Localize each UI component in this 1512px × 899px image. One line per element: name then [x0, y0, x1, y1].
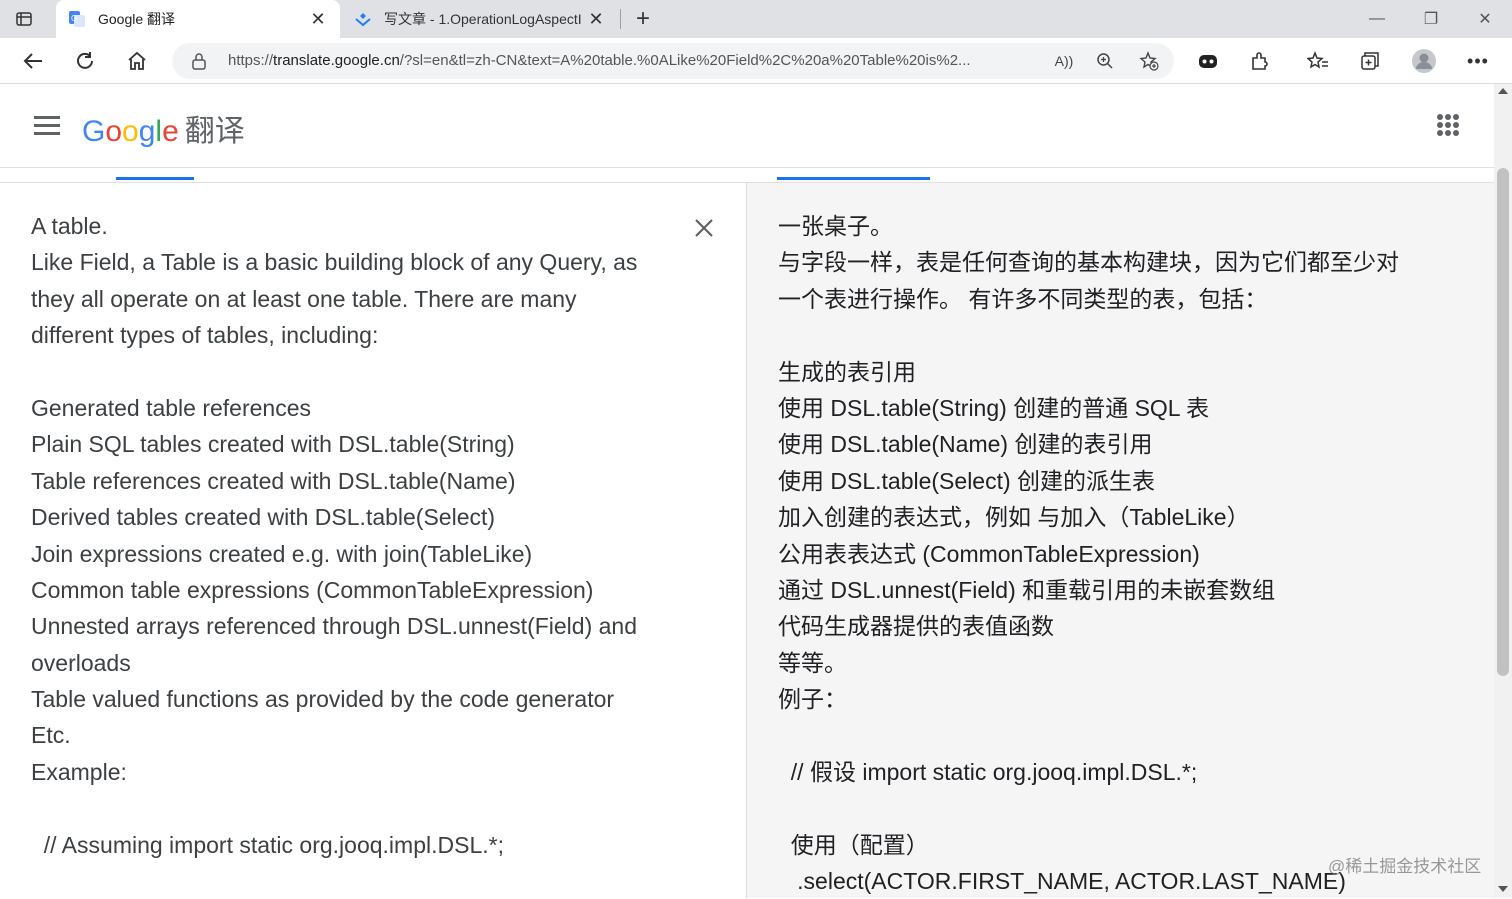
translation-output: 一张桌子。与字段一样，表是任何查询的基本构建块，因为它们都至少对 一个表进行操作。…: [778, 208, 1478, 899]
source-line: A table.: [31, 213, 108, 239]
translation-line: 加入创建的表达式，例如 与加入（TableLike）: [778, 504, 1250, 531]
read-aloud-glyph: A: [1054, 53, 1064, 69]
tab-separator: [620, 9, 621, 29]
product-name: 翻译: [184, 115, 245, 148]
translation-line: // 假设 import static org.jooq.impl.DSL.*;: [778, 758, 1198, 785]
source-line: // Assuming import static org.jooq.impl.…: [31, 831, 504, 858]
translation-line: 代码生成器提供的表值函数: [778, 613, 1054, 640]
window-close-icon[interactable]: ✕: [1474, 8, 1496, 30]
source-textarea[interactable]: A table. Like Field, a Table is a basic b…: [31, 208, 671, 863]
source-line: [31, 354, 671, 390]
source-line: Example:: [31, 758, 127, 785]
source-line: different types of tables, including:: [31, 322, 379, 349]
translation-line: 与字段一样，表是任何查询的基本构建块，因为它们都至少对: [778, 249, 1399, 276]
logo-letter: e: [162, 115, 179, 148]
source-line: Table valued functions as provided by th…: [31, 686, 615, 713]
main-menu-icon[interactable]: [34, 116, 60, 136]
logo-letter: g: [138, 115, 156, 148]
translation-line: [778, 317, 1478, 353]
url-host: translate.google.cn: [273, 52, 400, 69]
translation-line: 使用 DSL.table(Select) 创建的派生表: [778, 467, 1156, 494]
url-text[interactable]: https://translate.google.cn/?sl=en&tl=zh…: [228, 52, 1038, 69]
source-line: Unnested arrays referenced through DSL.u…: [31, 613, 638, 640]
source-line: Like Field, a Table is a basic building …: [31, 249, 638, 276]
add-favorite-icon[interactable]: [1137, 49, 1161, 73]
tab-title: Google 翻译: [98, 11, 176, 27]
address-bar[interactable]: https://translate.google.cn/?sl=en&tl=zh…: [172, 43, 1174, 79]
source-line: Common table expressions (CommonTableExp…: [31, 576, 594, 603]
tab-actions-icon[interactable]: [14, 9, 34, 29]
translation-line: 使用 DSL.table(Name) 创建的表引用: [778, 431, 1153, 458]
source-line: they all operate on at least one table. …: [31, 285, 577, 312]
more-menu-icon[interactable]: •••: [1464, 47, 1492, 75]
google-translate-logo[interactable]: Google 翻译: [82, 106, 245, 150]
page-scrollbar[interactable]: [1494, 84, 1512, 898]
lock-icon[interactable]: [190, 52, 208, 70]
zoom-icon[interactable]: [1093, 49, 1117, 73]
translation-line: [778, 717, 1478, 753]
clear-source-icon[interactable]: [690, 214, 718, 242]
translate-header: Google 翻译: [0, 84, 1494, 168]
watermark: @稀土掘金技术社区: [1328, 857, 1482, 876]
translation-line: 一个表进行操作。 有许多不同类型的表，包括：: [778, 285, 1268, 312]
source-line: [31, 790, 671, 826]
tab-title: 写文章 - 1.OperationLogAspectI: [384, 11, 582, 27]
scrollbar-thumb[interactable]: [1497, 168, 1509, 676]
collections-icon[interactable]: [1356, 47, 1384, 75]
source-line: Etc.: [31, 722, 71, 749]
logo-letter: o: [122, 115, 139, 148]
profile-avatar-icon[interactable]: [1410, 47, 1438, 75]
svg-text:G: G: [71, 14, 77, 23]
source-line: overloads: [31, 649, 131, 676]
url-scheme: https://: [228, 52, 274, 69]
source-line: Generated table references: [31, 394, 312, 421]
translation-line: 一张桌子。: [778, 213, 893, 239]
url-path: /?sl=en&tl=zh-CN&text=A%20table.%0ALike%…: [399, 52, 971, 69]
favorites-icon[interactable]: [1304, 47, 1332, 75]
source-line: Table references created with DSL.table(…: [31, 467, 516, 494]
tab-juejin-editor[interactable]: 写文章 - 1.OperationLogAspectI ✕: [342, 0, 618, 38]
tab-google-translate[interactable]: G Google 翻译 ✕: [56, 0, 340, 38]
restore-icon[interactable]: ❐: [1420, 8, 1442, 30]
translation-line: 等等。: [778, 649, 847, 676]
extension-game-icon[interactable]: [1194, 47, 1222, 75]
browser-toolbar: https://translate.google.cn/?sl=en&tl=zh…: [0, 38, 1512, 84]
logo-letter: o: [105, 115, 123, 148]
refresh-icon[interactable]: [71, 47, 99, 75]
source-line: Derived tables created with DSL.table(Se…: [31, 504, 496, 531]
new-tab-icon[interactable]: +: [630, 5, 656, 32]
close-tab-icon[interactable]: ✕: [584, 7, 608, 31]
translation-line: [778, 790, 1478, 826]
juejin-favicon-icon: [354, 10, 372, 28]
translation-line: 生成的表引用: [778, 358, 916, 385]
translation-line: 例子：: [778, 686, 847, 713]
logo-letter: G: [82, 115, 106, 148]
google-translate-favicon-icon: G: [68, 10, 86, 28]
scroll-up-icon[interactable]: [1498, 88, 1508, 94]
read-aloud-icon[interactable]: A)): [1052, 49, 1076, 73]
source-language-tab-indicator: [116, 177, 194, 180]
translation-line: 公用表表达式 (CommonTableExpression): [778, 540, 1200, 567]
close-tab-icon[interactable]: ✕: [306, 7, 330, 31]
browser-tab-strip: G Google 翻译 ✕ 写文章 - 1.OperationLogAspect…: [0, 0, 1512, 38]
extensions-icon[interactable]: [1246, 47, 1274, 75]
google-apps-icon[interactable]: [1437, 114, 1459, 136]
source-line: Join expressions created e.g. with join(…: [31, 540, 533, 567]
translation-line: 通过 DSL.unnest(Field) 和重载引用的未嵌套数组: [778, 576, 1276, 603]
scroll-down-icon[interactable]: [1498, 886, 1508, 892]
back-icon[interactable]: [19, 47, 47, 75]
translation-line: 使用 DSL.table(String) 创建的普通 SQL 表: [778, 394, 1210, 421]
source-line: Plain SQL tables created with DSL.table(…: [31, 431, 515, 458]
minimize-icon[interactable]: —: [1366, 8, 1388, 30]
home-icon[interactable]: [123, 47, 151, 75]
target-language-tab-indicator: [777, 177, 930, 180]
